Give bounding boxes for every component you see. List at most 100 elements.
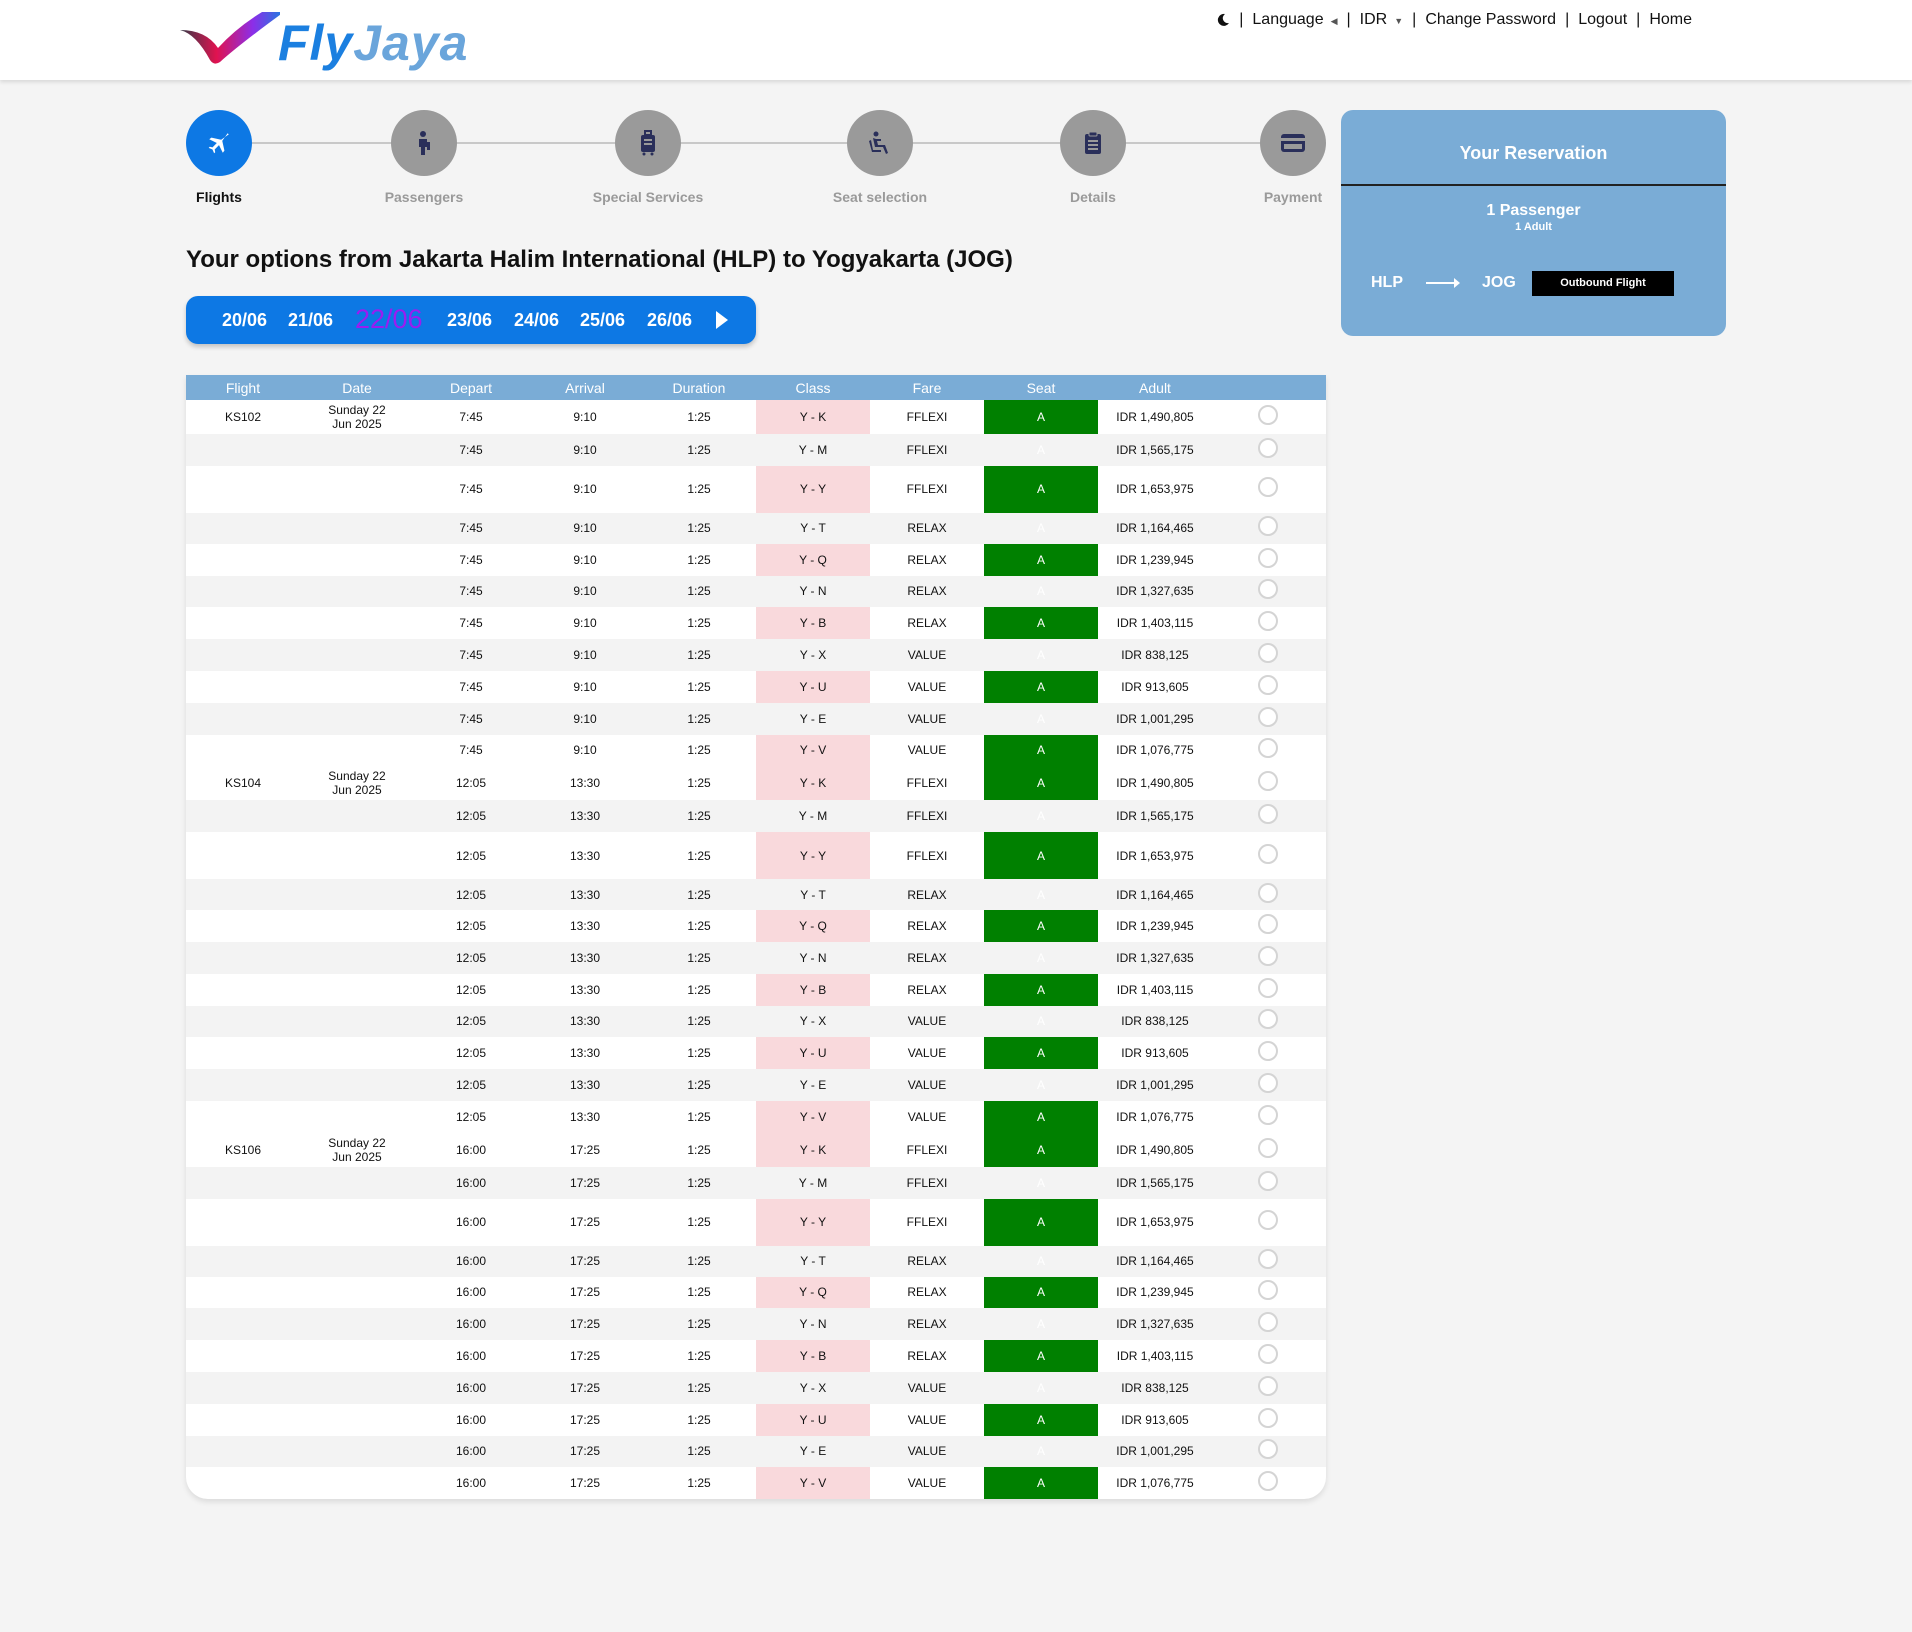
dark-mode-moon-icon[interactable] — [1216, 13, 1230, 27]
arrival-cell: 17:25 — [569, 1444, 601, 1459]
table-row: 7:45 9:10 1:25 Y - M FFLEXI A IDR 1,565,175 — [186, 434, 1326, 466]
date-option[interactable]: 21/06 — [288, 310, 333, 331]
step-details[interactable]: Details — [1023, 110, 1163, 205]
date-option[interactable]: 25/06 — [580, 310, 625, 331]
header-adult: Adult — [1139, 380, 1171, 396]
fare-select-radio[interactable] — [1258, 706, 1278, 727]
currency-menu[interactable]: IDR ▼ — [1360, 11, 1403, 29]
next-dates-arrow-icon[interactable] — [716, 311, 728, 329]
fare-select-radio[interactable] — [1258, 1104, 1278, 1125]
depart-cell: 12:05 — [455, 950, 487, 965]
fare-select-radio[interactable] — [1258, 1073, 1278, 1094]
adult-price-cell: IDR 1,001,295 — [1116, 711, 1194, 726]
change-password-link[interactable]: Change Password — [1425, 11, 1556, 29]
step-circle — [615, 110, 681, 176]
seat-cell: A — [1036, 950, 1045, 965]
booking-stepper: Flights Passengers Special Services Seat… — [186, 110, 1326, 210]
fare-select-radio[interactable] — [1258, 1471, 1278, 1492]
fare-select-radio[interactable] — [1258, 1312, 1278, 1333]
fare-select-radio[interactable] — [1258, 977, 1278, 998]
fare-select-radio[interactable] — [1258, 1137, 1278, 1158]
credit-card-icon — [1281, 134, 1305, 152]
table-row: 12:05 13:30 1:25 Y - U VALUE A IDR 913,605 — [186, 1037, 1326, 1069]
fare-select-radio[interactable] — [1258, 405, 1278, 425]
depart-cell: 7:45 — [459, 648, 483, 663]
language-menu[interactable]: Language ◀ — [1252, 11, 1337, 29]
step-circle — [847, 110, 913, 176]
fare-select-radio[interactable] — [1258, 1439, 1278, 1460]
fare-select-radio[interactable] — [1258, 1280, 1278, 1301]
arrival-cell: 17:25 — [569, 1349, 601, 1364]
fare-select-radio[interactable] — [1258, 643, 1278, 664]
fare-select-radio[interactable] — [1258, 477, 1278, 498]
depart-cell: 16:00 — [455, 1412, 487, 1427]
fare-select-radio[interactable] — [1258, 579, 1278, 600]
home-link[interactable]: Home — [1649, 11, 1692, 29]
step-seat-selection[interactable]: Seat selection — [810, 110, 950, 205]
adult-price-cell: IDR 1,239,945 — [1116, 919, 1194, 934]
seat-cell: A — [1036, 1317, 1045, 1332]
depart-cell: 12:05 — [455, 887, 487, 902]
class-cell: Y - Q — [799, 552, 827, 567]
fare-select-radio[interactable] — [1258, 1210, 1278, 1231]
arrival-cell: 13:30 — [569, 776, 601, 791]
step-flights[interactable]: Flights — [149, 110, 289, 205]
adult-price-cell: IDR 913,605 — [1121, 679, 1189, 694]
depart-cell: 7:45 — [459, 521, 483, 536]
date-option[interactable]: 26/06 — [647, 310, 692, 331]
nav-separator: | — [1346, 11, 1351, 28]
depart-cell: 7:45 — [459, 584, 483, 599]
class-cell: Y - K — [799, 776, 827, 791]
fare-select-radio[interactable] — [1258, 547, 1278, 568]
table-row: 16:00 17:25 1:25 Y - U VALUE A IDR 913,605 — [186, 1404, 1326, 1436]
table-row: 16:00 17:25 1:25 Y - V VALUE A IDR 1,076,775 — [186, 1467, 1326, 1499]
luggage-icon — [641, 130, 655, 156]
class-cell: Y - Y — [799, 1215, 827, 1230]
duration-cell: 1:25 — [687, 1215, 711, 1230]
fare-select-radio[interactable] — [1258, 674, 1278, 695]
table-row: 7:45 9:10 1:25 Y - U VALUE A IDR 913,605 — [186, 671, 1326, 703]
fare-select-radio[interactable] — [1258, 843, 1278, 864]
class-cell: Y - T — [800, 1254, 826, 1269]
fare-select-radio[interactable] — [1258, 914, 1278, 935]
fare-select-radio[interactable] — [1258, 1344, 1278, 1365]
depart-cell: 7:45 — [459, 743, 483, 758]
fare-select-radio[interactable] — [1258, 1375, 1278, 1396]
fare-cell: RELAX — [907, 1285, 947, 1300]
header-depart: Depart — [449, 380, 493, 396]
fare-select-radio[interactable] — [1258, 945, 1278, 966]
date-option[interactable]: 24/06 — [514, 310, 559, 331]
fare-select-radio[interactable] — [1258, 738, 1278, 759]
fare-select-radio[interactable] — [1258, 771, 1278, 792]
step-passengers[interactable]: Passengers — [354, 110, 494, 205]
fare-select-radio[interactable] — [1258, 882, 1278, 903]
passenger-detail: 1 Adult — [1515, 221, 1552, 233]
date-option-selected[interactable]: 22/06 — [355, 304, 423, 335]
adult-price-cell: IDR 1,239,945 — [1116, 1285, 1194, 1300]
step-special-services[interactable]: Special Services — [578, 110, 718, 205]
logout-link[interactable]: Logout — [1578, 11, 1627, 29]
class-cell: Y - N — [799, 1317, 827, 1332]
fare-select-radio[interactable] — [1258, 1407, 1278, 1428]
fare-select-radio[interactable] — [1258, 1249, 1278, 1270]
fare-select-radio[interactable] — [1258, 1009, 1278, 1030]
date-option[interactable]: 23/06 — [447, 310, 492, 331]
adult-price-cell: IDR 1,403,115 — [1116, 1349, 1194, 1364]
fare-select-radio[interactable] — [1258, 804, 1278, 825]
flyjaya-logo[interactable]: FlyJaya — [180, 8, 525, 72]
fare-select-radio[interactable] — [1258, 1170, 1278, 1191]
fare-cell: VALUE — [907, 743, 947, 758]
arrival-cell: 13:30 — [569, 1109, 601, 1124]
adult-price-cell: IDR 1,327,635 — [1116, 1317, 1194, 1332]
arrival-cell: 17:25 — [569, 1285, 601, 1300]
logo-text: FlyJaya — [278, 14, 468, 72]
date-option[interactable]: 20/06 — [222, 310, 267, 331]
fare-select-radio[interactable] — [1258, 611, 1278, 632]
depart-cell: 7:45 — [459, 442, 483, 457]
fare-select-radio[interactable] — [1258, 1041, 1278, 1062]
fare-cell: FFLEXI — [906, 1215, 948, 1230]
table-row: 12:05 13:30 1:25 Y - X VALUE A IDR 838,125 — [186, 1005, 1326, 1038]
fare-select-radio[interactable] — [1258, 516, 1278, 537]
seat-icon — [869, 131, 888, 154]
fare-select-radio[interactable] — [1258, 437, 1278, 458]
